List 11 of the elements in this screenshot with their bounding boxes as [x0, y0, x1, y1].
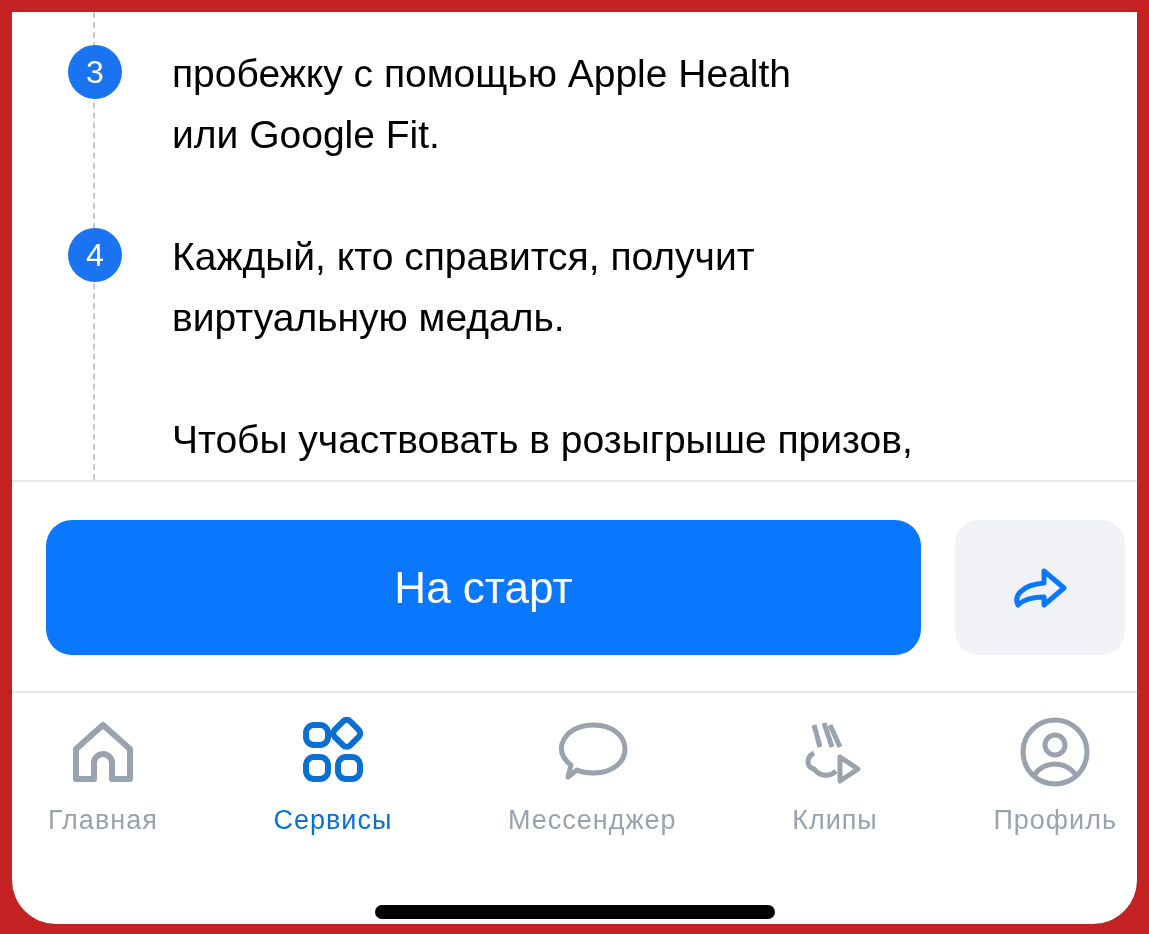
tab-bar-item[interactable]: Клипы — [792, 715, 878, 836]
tab-bar-item[interactable]: Профиль — [993, 715, 1117, 836]
share-button[interactable] — [955, 520, 1125, 655]
start-button[interactable]: На старт — [46, 520, 921, 655]
step-number: 3 — [68, 45, 122, 99]
step-text: пробежку с помощью Apple Health или Google Fit. — [172, 51, 792, 158]
tab-bar-item[interactable]: Мессенджер — [507, 715, 677, 836]
tab-bar-item[interactable]: Главная — [48, 715, 158, 836]
tab-bar-item[interactable]: Сервисы — [273, 715, 393, 836]
step-text: Каждый, кто справится, получит виртуальную медаль. — [172, 234, 755, 341]
step-number: 4 — [68, 228, 122, 282]
